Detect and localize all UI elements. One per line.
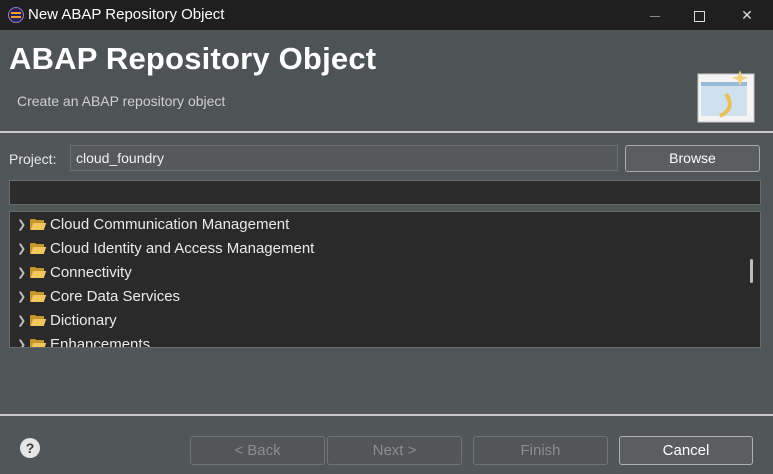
- maximize-icon: [693, 10, 705, 22]
- tree-item[interactable]: ❯ Core Data Services: [10, 285, 740, 309]
- tree-scrollbar[interactable]: [750, 259, 753, 283]
- finish-button[interactable]: Finish: [473, 436, 608, 465]
- banner-divider: [0, 131, 773, 133]
- help-icon[interactable]: ?: [20, 438, 40, 458]
- wizard-banner-icon: [697, 70, 755, 123]
- tree-item-label: Cloud Communication Management: [50, 216, 290, 233]
- cancel-button[interactable]: Cancel: [619, 436, 753, 465]
- project-label: Project:: [9, 151, 57, 167]
- project-field[interactable]: cloud_foundry: [70, 145, 618, 171]
- tree-item[interactable]: ❯ Connectivity: [10, 261, 740, 285]
- tree-item-label: Core Data Services: [50, 288, 181, 305]
- next-button[interactable]: Next >: [327, 436, 462, 465]
- window-title: New ABAP Repository Object: [28, 6, 225, 23]
- chevron-right-icon[interactable]: ❯: [17, 333, 26, 347]
- folder-icon: [30, 339, 47, 347]
- page-title: ABAP Repository Object: [9, 41, 377, 76]
- chevron-right-icon[interactable]: ❯: [17, 261, 26, 285]
- browse-button[interactable]: Browse: [625, 145, 760, 172]
- chevron-right-icon[interactable]: ❯: [17, 309, 26, 333]
- folder-icon: [30, 267, 47, 278]
- object-type-tree[interactable]: ❯ Cloud Communication Management ❯ Cloud…: [9, 211, 761, 348]
- tree-item[interactable]: ❯ Enhancements: [10, 333, 740, 348]
- close-icon: ✕: [741, 7, 753, 23]
- tree-item[interactable]: ❯ Cloud Communication Management: [10, 213, 740, 237]
- footer-divider: [0, 414, 773, 416]
- tree-item-label: Enhancements: [50, 336, 151, 348]
- folder-icon: [30, 243, 47, 254]
- tree-item[interactable]: ❯ Dictionary: [10, 309, 740, 333]
- folder-icon: [30, 315, 47, 326]
- filter-input[interactable]: [9, 180, 761, 205]
- folder-icon: [30, 219, 47, 230]
- minimize-icon: [650, 15, 660, 17]
- tree-item[interactable]: ❯ Cloud Identity and Access Management: [10, 237, 740, 261]
- maximize-button[interactable]: [676, 0, 722, 30]
- folder-icon: [30, 291, 47, 302]
- page-subtitle: Create an ABAP repository object: [17, 93, 226, 109]
- minimize-button[interactable]: [632, 0, 678, 30]
- close-button[interactable]: ✕: [724, 0, 770, 30]
- chevron-right-icon[interactable]: ❯: [17, 285, 26, 309]
- window-titlebar: New ABAP Repository Object ✕: [0, 0, 773, 30]
- chevron-right-icon[interactable]: ❯: [17, 213, 26, 237]
- tree-item-label: Dictionary: [50, 312, 117, 329]
- tree-item-label: Connectivity: [50, 264, 132, 281]
- tree-item-label: Cloud Identity and Access Management: [50, 240, 315, 257]
- chevron-right-icon[interactable]: ❯: [17, 237, 26, 261]
- eclipse-app-icon: [8, 7, 24, 23]
- back-button[interactable]: < Back: [190, 436, 325, 465]
